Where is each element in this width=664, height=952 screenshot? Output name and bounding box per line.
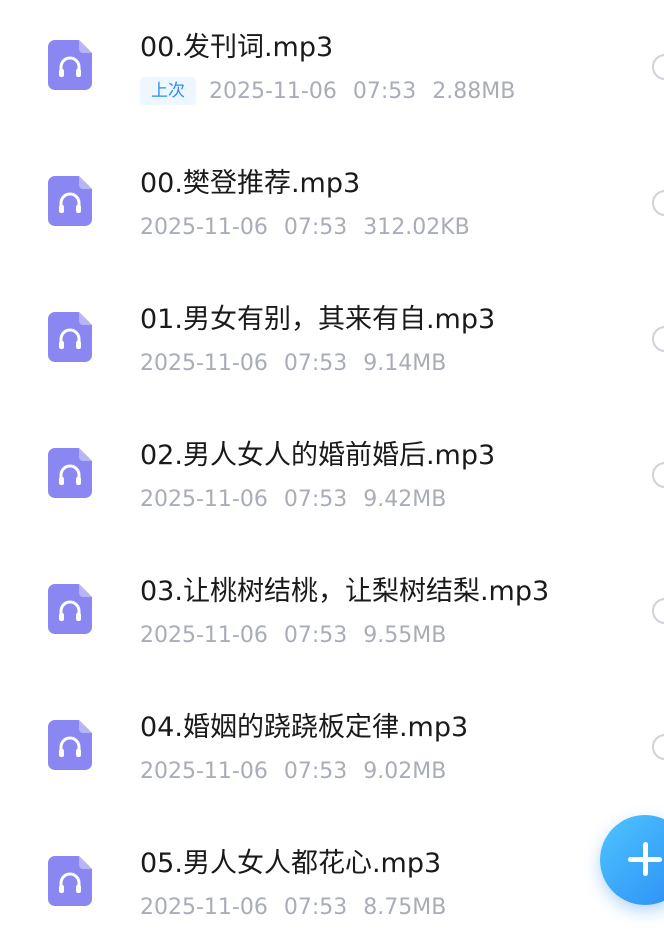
file-size: 9.55MB xyxy=(363,622,447,648)
audio-file-icon xyxy=(48,40,92,90)
select-radio[interactable] xyxy=(652,190,664,216)
select-radio[interactable] xyxy=(652,462,664,488)
file-meta: 2025-11-06 07:53 312.02KB xyxy=(140,212,470,242)
file-size: 8.75MB xyxy=(363,894,447,920)
select-radio[interactable] xyxy=(652,326,664,352)
file-meta: 2025-11-06 07:53 9.42MB xyxy=(140,484,446,514)
file-date: 2025-11-06 xyxy=(140,486,268,512)
audio-file-icon xyxy=(48,584,92,634)
file-meta: 2025-11-06 07:53 9.14MB xyxy=(140,348,446,378)
file-time: 07:53 xyxy=(283,214,348,240)
audio-file-icon xyxy=(48,312,92,362)
file-name: 00.樊登推荐.mp3 xyxy=(140,168,361,199)
audio-file-icon xyxy=(48,448,92,498)
file-meta: 2025-11-06 07:53 9.55MB xyxy=(140,620,446,650)
file-time: 07:53 xyxy=(283,758,348,784)
file-name: 00.发刊词.mp3 xyxy=(140,32,334,63)
file-time: 07:53 xyxy=(283,486,348,512)
file-row[interactable]: 03.让桃树结桃，让梨树结梨.mp3 2025-11-06 07:53 9.55… xyxy=(0,544,664,680)
file-time: 07:53 xyxy=(283,622,348,648)
file-name: 04.婚姻的跷跷板定律.mp3 xyxy=(140,712,469,743)
file-size: 2.88MB xyxy=(432,78,516,104)
select-radio[interactable] xyxy=(652,54,664,80)
file-meta: 2025-11-06 07:53 8.75MB xyxy=(140,892,446,922)
file-meta: 2025-11-06 07:53 9.02MB xyxy=(140,756,446,786)
file-date: 2025-11-06 xyxy=(140,214,268,240)
last-played-badge: 上次 xyxy=(140,77,196,105)
file-time: 07:53 xyxy=(283,894,348,920)
file-date: 2025-11-06 xyxy=(140,758,268,784)
file-row[interactable]: 04.婚姻的跷跷板定律.mp3 2025-11-06 07:53 9.02MB xyxy=(0,680,664,816)
select-radio[interactable] xyxy=(652,734,664,760)
file-date: 2025-11-06 xyxy=(140,894,268,920)
file-date: 2025-11-06 xyxy=(140,622,268,648)
audio-file-icon xyxy=(48,856,92,906)
file-size: 9.14MB xyxy=(363,350,447,376)
file-name: 01.男女有别，其来有自.mp3 xyxy=(140,304,496,335)
file-row[interactable]: 00.樊登推荐.mp3 2025-11-06 07:53 312.02KB xyxy=(0,136,664,272)
file-name: 03.让桃树结桃，让梨树结梨.mp3 xyxy=(140,576,550,607)
file-row[interactable]: 05.男人女人都花心.mp3 2025-11-06 07:53 8.75MB xyxy=(0,816,664,952)
file-name: 05.男人女人都花心.mp3 xyxy=(140,848,442,879)
file-list: 00.发刊词.mp3 上次 2025-11-06 07:53 2.88MB 00… xyxy=(0,0,664,946)
select-radio[interactable] xyxy=(652,598,664,624)
audio-file-icon xyxy=(48,176,92,226)
file-meta: 上次 2025-11-06 07:53 2.88MB xyxy=(140,76,515,106)
file-size: 9.42MB xyxy=(363,486,447,512)
file-size: 9.02MB xyxy=(363,758,447,784)
file-time: 07:53 xyxy=(352,78,417,104)
audio-file-icon xyxy=(48,720,92,770)
file-date: 2025-11-06 xyxy=(209,78,337,104)
file-time: 07:53 xyxy=(283,350,348,376)
file-name: 02.男人女人的婚前婚后.mp3 xyxy=(140,440,496,471)
file-row[interactable]: 02.男人女人的婚前婚后.mp3 2025-11-06 07:53 9.42MB xyxy=(0,408,664,544)
file-row[interactable]: 00.发刊词.mp3 上次 2025-11-06 07:53 2.88MB xyxy=(0,0,664,136)
file-size: 312.02KB xyxy=(363,214,470,240)
file-date: 2025-11-06 xyxy=(140,350,268,376)
file-row[interactable]: 01.男女有别，其来有自.mp3 2025-11-06 07:53 9.14MB xyxy=(0,272,664,408)
